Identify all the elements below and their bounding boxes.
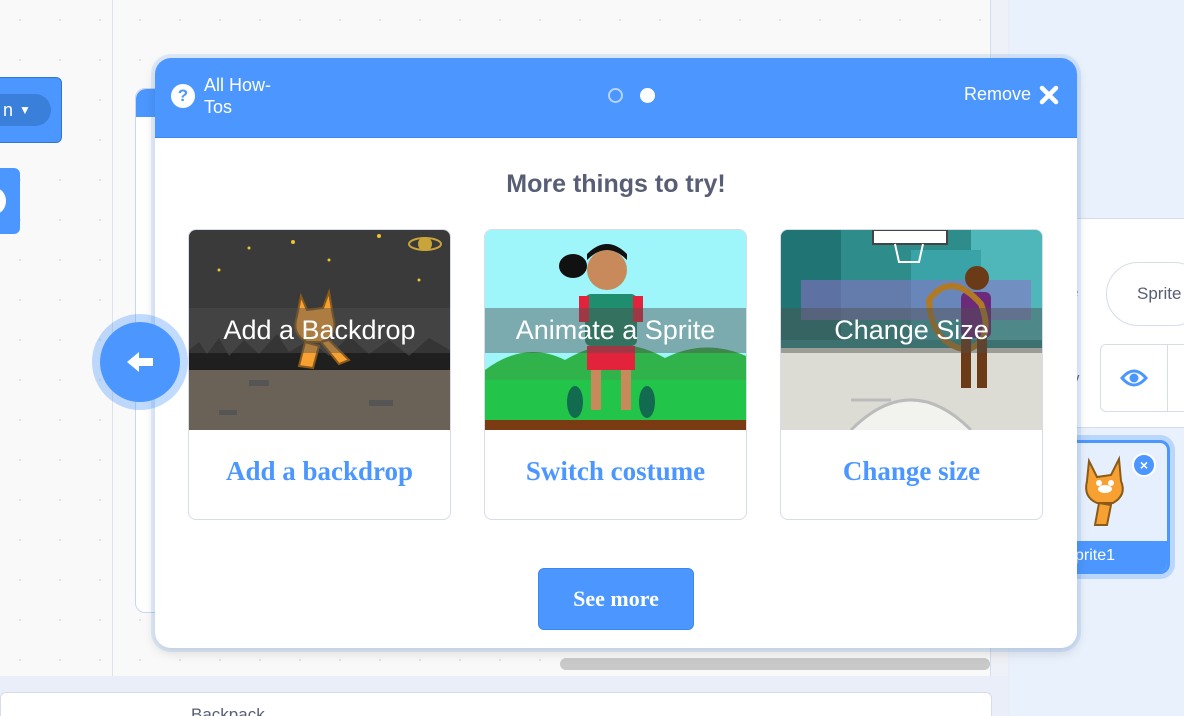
see-more-button[interactable]: See more bbox=[538, 568, 694, 630]
howto-tile-animate-sprite[interactable]: Animate a Sprite Switch costume bbox=[484, 229, 747, 520]
tile-overlay-title: Add a Backdrop bbox=[189, 308, 450, 353]
code-block[interactable]: n ▼ bbox=[0, 77, 62, 143]
card-title: More things to try! bbox=[506, 170, 726, 198]
remove-label: Remove bbox=[963, 84, 1031, 104]
backpack-panel[interactable]: Backpack bbox=[0, 692, 992, 716]
delete-sprite-button[interactable]: × bbox=[1132, 453, 1156, 477]
workspace-scrollbar-horizontal[interactable] bbox=[560, 658, 990, 670]
tile-overlay-title: Animate a Sprite bbox=[485, 308, 746, 353]
tile-caption: Switch costume bbox=[525, 456, 706, 486]
backpack-label: Backpack bbox=[191, 705, 265, 716]
eye-icon bbox=[1119, 369, 1148, 387]
step-dot-1[interactable] bbox=[608, 88, 623, 103]
howto-tile-change-size[interactable]: Change Size Change size bbox=[780, 229, 1043, 520]
close-icon bbox=[1039, 85, 1059, 104]
block-dropdown[interactable]: n ▼ bbox=[0, 94, 51, 126]
tile-caption: Add a backdrop bbox=[225, 456, 414, 486]
caret-down-icon: ▼ bbox=[19, 103, 31, 117]
tile-caption: Change size bbox=[842, 456, 981, 486]
question-circle-icon[interactable]: ? bbox=[171, 84, 195, 108]
cat-sprite-icon bbox=[1085, 455, 1124, 526]
card-header: ? All How-Tos Remove bbox=[155, 58, 1077, 138]
step-dot-2[interactable] bbox=[640, 88, 655, 103]
code-block[interactable] bbox=[0, 168, 20, 234]
howto-card: ? All How-Tos Remove More things to try! bbox=[155, 58, 1077, 648]
show-sprite-button[interactable] bbox=[1100, 344, 1168, 412]
previous-step-button-inner[interactable] bbox=[100, 322, 180, 402]
howto-tile-add-backdrop[interactable]: Add a Backdrop Add a backdrop bbox=[188, 229, 451, 520]
back-arrow-icon bbox=[127, 352, 153, 372]
block-dropdown-value: n bbox=[3, 99, 14, 120]
sprite-name-input[interactable]: Sprite bbox=[1106, 262, 1184, 326]
all-howtos-link[interactable]: All How-Tos bbox=[204, 74, 294, 118]
sprite-name: prite1 bbox=[1069, 541, 1167, 571]
tile-overlay-title: Change Size bbox=[781, 308, 1042, 353]
step-indicator bbox=[608, 88, 655, 103]
remove-button[interactable]: Remove bbox=[964, 84, 1059, 105]
previous-step-button[interactable] bbox=[92, 314, 188, 410]
